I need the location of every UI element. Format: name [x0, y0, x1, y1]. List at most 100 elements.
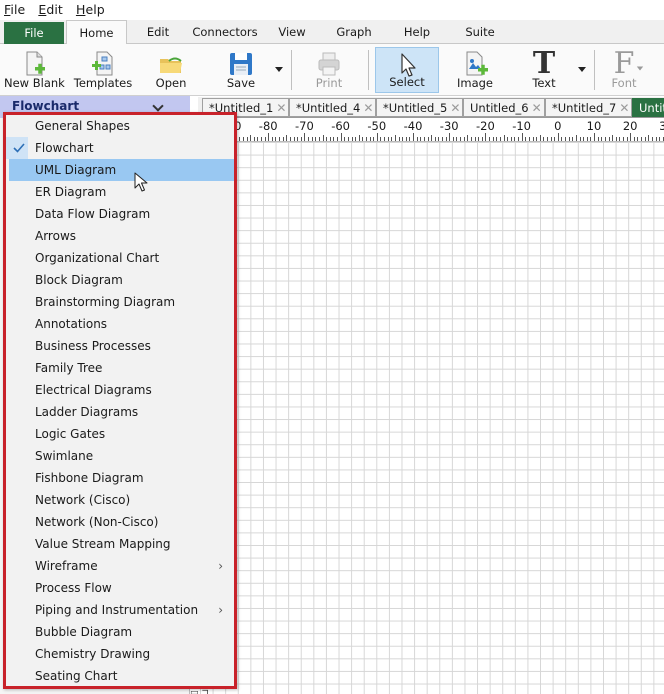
doc-tab-active[interactable]: Untitled — [632, 98, 664, 117]
doc-tab-label: *Untitled_4 — [296, 101, 361, 115]
ruler-tick — [575, 135, 577, 141]
text-dropdown-caret-icon[interactable] — [578, 67, 586, 72]
close-icon[interactable]: ✕ — [363, 101, 373, 115]
ruler-tick — [514, 137, 516, 141]
select-button[interactable]: Select — [375, 47, 439, 93]
ruler-tick — [362, 137, 364, 141]
dropdown-item[interactable]: Chemistry Drawing — [6, 643, 234, 665]
dropdown-item[interactable]: Wireframe › — [6, 555, 234, 577]
close-icon[interactable]: ✕ — [532, 101, 542, 115]
dropdown-item[interactable]: UML Diagram — [9, 159, 234, 181]
dropdown-item[interactable]: Block Diagram — [6, 269, 234, 291]
close-icon[interactable]: ✕ — [619, 101, 629, 115]
dropdown-item[interactable]: Brainstorming Diagram — [6, 291, 234, 313]
doc-tab[interactable]: *Untitled_5 ✕ — [376, 98, 463, 117]
tab-graph[interactable]: Graph — [334, 20, 374, 44]
ruler-tick — [239, 137, 241, 141]
dropdown-item[interactable]: Family Tree — [6, 357, 234, 379]
doc-tab-label: Untitled — [639, 101, 664, 115]
dropdown-item[interactable]: Piping and Instrumentation › — [6, 599, 234, 621]
printer-icon — [318, 52, 340, 76]
ruler-tick — [326, 137, 328, 141]
ruler-tick — [496, 137, 498, 141]
save-dropdown-caret-icon[interactable] — [275, 67, 283, 72]
doc-tab[interactable]: *Untitled_4 ✕ — [289, 98, 376, 117]
ruler-tick — [376, 133, 378, 141]
image-label: Image — [456, 76, 494, 90]
close-icon[interactable]: ✕ — [276, 101, 286, 115]
tab-view[interactable]: View — [272, 20, 312, 44]
dropdown-item[interactable]: Seating Chart — [6, 665, 234, 687]
ruler-tick — [539, 135, 541, 141]
ruler-tick — [257, 137, 259, 141]
tab-file[interactable]: File — [4, 22, 64, 44]
image-button[interactable]: Image — [452, 47, 498, 93]
dropdown-item[interactable]: Fishbone Diagram — [6, 467, 234, 489]
dropdown-item-label: Electrical Diagrams — [35, 383, 152, 397]
menu-file[interactable]: File — [4, 2, 25, 17]
ruler-tick — [651, 137, 653, 141]
open-button[interactable]: Open — [150, 47, 192, 93]
tab-help[interactable]: Help — [398, 20, 436, 44]
dropdown-item[interactable]: Data Flow Diagram — [6, 203, 234, 225]
dropdown-item[interactable]: Flowchart — [6, 137, 234, 159]
tab-suite[interactable]: Suite — [460, 20, 500, 44]
dropdown-item[interactable]: Swimlane — [6, 445, 234, 467]
ribbon-tabs: File Home Edit Connectors View Graph Hel… — [0, 20, 664, 45]
doc-tab[interactable]: Untitled_6 ✕ — [463, 98, 545, 117]
dropdown-item-label: Network (Non-Cisco) — [35, 515, 159, 529]
ruler-tick — [460, 137, 462, 141]
ruler-label: -70 — [294, 119, 314, 133]
dropdown-item[interactable]: Process Flow — [6, 577, 234, 599]
dropdown-item[interactable]: Network (Cisco) — [6, 489, 234, 511]
menu-edit[interactable]: Edit — [38, 2, 63, 17]
ruler-tick — [387, 137, 389, 141]
submenu-chevron-icon: › — [218, 559, 223, 573]
tab-edit[interactable]: Edit — [138, 20, 178, 44]
dropdown-item[interactable]: Business Processes — [6, 335, 234, 357]
dropdown-item[interactable]: Annotations — [6, 313, 234, 335]
dropdown-item[interactable]: Bubble Diagram — [6, 621, 234, 643]
dropdown-item[interactable]: ER Diagram — [6, 181, 234, 203]
templates-button[interactable]: Templates — [72, 47, 134, 93]
dropdown-item[interactable]: Value Stream Mapping — [6, 533, 234, 555]
drawing-canvas[interactable] — [198, 142, 664, 694]
ruler-tick — [597, 137, 599, 141]
dropdown-item[interactable]: General Shapes — [6, 115, 234, 137]
dropdown-item[interactable]: Electrical Diagrams — [6, 379, 234, 401]
ruler-tick — [626, 137, 628, 141]
horizontal-ruler: -90-80-70-60-50-40-30-20-100102030 — [198, 118, 664, 142]
ruler-tick — [384, 137, 385, 141]
text-button[interactable]: T Text — [526, 47, 562, 93]
save-button[interactable]: Save — [222, 47, 260, 93]
font-dropdown-caret-icon[interactable] — [636, 66, 644, 71]
dropdown-item-label: Wireframe — [35, 559, 98, 573]
dropdown-item[interactable]: Network (Non-Cisco) — [6, 511, 234, 533]
dropdown-item[interactable]: Logic Gates — [6, 423, 234, 445]
ruler-label: 30 — [659, 119, 664, 133]
doc-tab[interactable]: *Untitled_7 ✕ — [545, 98, 632, 117]
tab-connectors[interactable]: Connectors — [190, 20, 260, 44]
ruler-tick — [329, 137, 331, 141]
ruler-tick — [279, 137, 281, 141]
ruler-tick — [308, 137, 309, 141]
ruler-tick — [358, 135, 360, 141]
dropdown-item-label: Organizational Chart — [35, 251, 160, 265]
ruler-tick — [337, 137, 338, 141]
dropdown-item-label: Data Flow Diagram — [35, 207, 151, 221]
ruler-tick — [481, 137, 483, 141]
menu-help[interactable]: Help — [76, 2, 105, 17]
ruler-tick — [452, 137, 454, 141]
doc-tab-label: *Untitled_7 — [552, 101, 617, 115]
ruler-label: -60 — [331, 119, 350, 133]
toolbar-separator — [368, 50, 369, 90]
new-blank-button[interactable]: New Blank — [4, 47, 65, 93]
tab-home[interactable]: Home — [66, 20, 127, 45]
dropdown-item[interactable]: Organizational Chart — [6, 247, 234, 269]
close-icon[interactable]: ✕ — [450, 101, 460, 115]
print-button[interactable]: Print — [308, 47, 350, 93]
ruler-tick — [398, 137, 400, 141]
dropdown-item[interactable]: Arrows — [6, 225, 234, 247]
dropdown-item-label: Family Tree — [35, 361, 103, 375]
dropdown-item[interactable]: Ladder Diagrams — [6, 401, 234, 423]
